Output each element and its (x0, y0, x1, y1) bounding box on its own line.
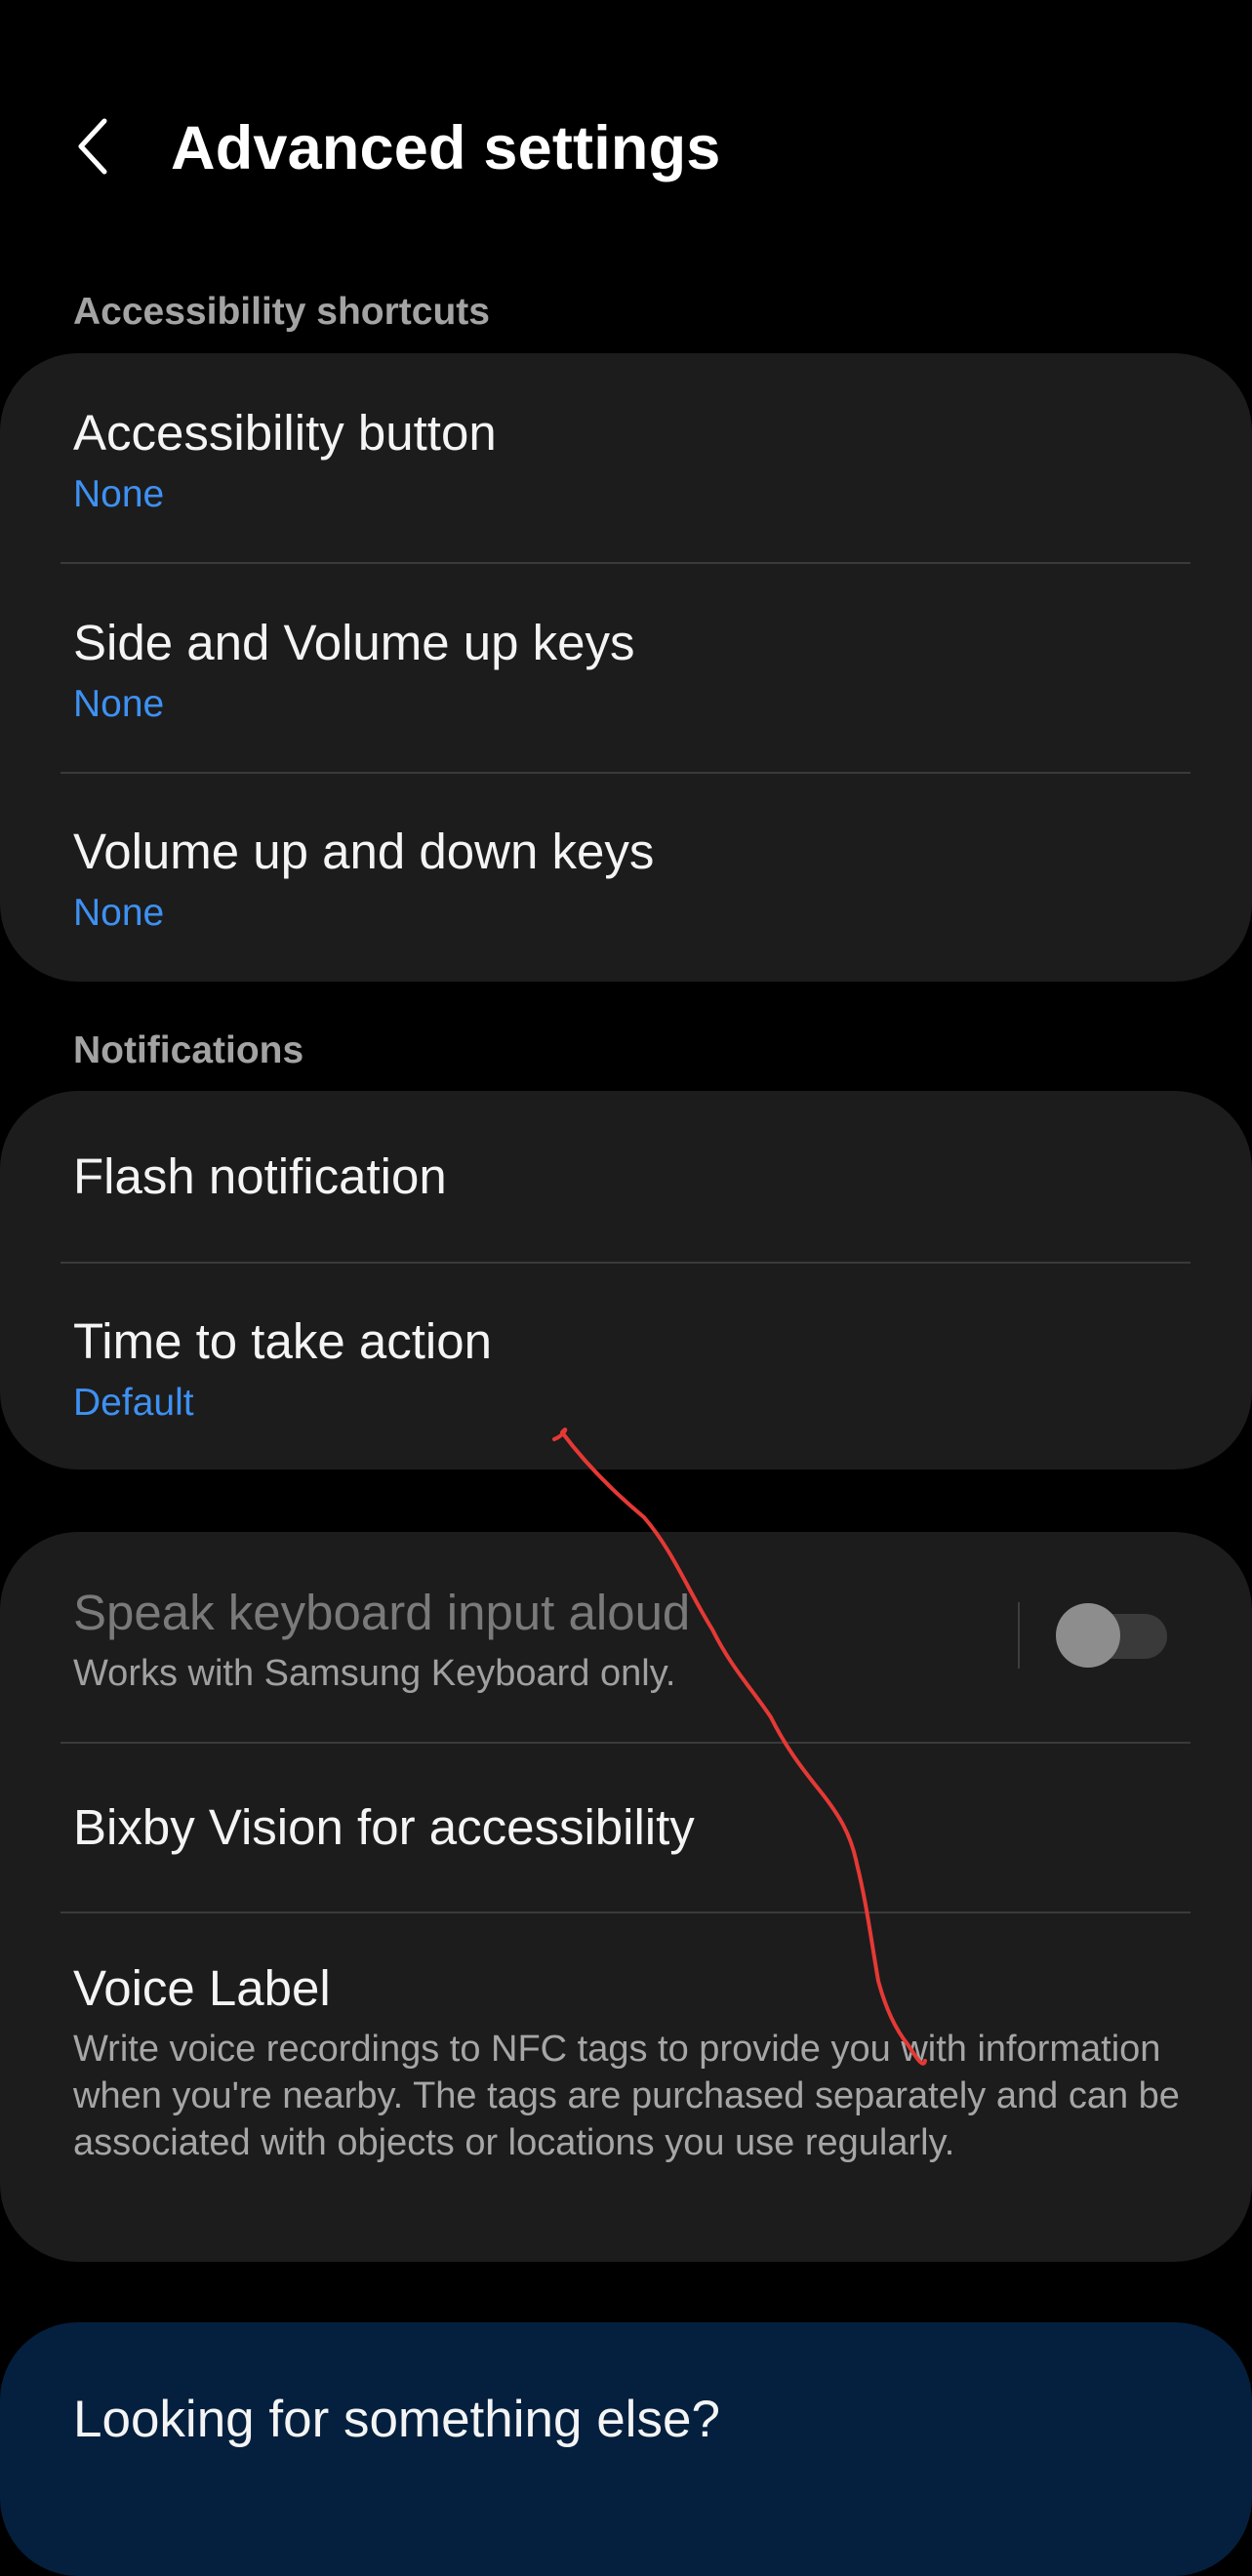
list-item-value: None (73, 683, 165, 725)
list-item-value: Default (73, 1382, 194, 1424)
toggle-knob (1056, 1603, 1120, 1668)
list-item-flash-notification[interactable]: Flash notification (0, 1091, 1252, 1262)
chevron-left-icon (78, 118, 107, 175)
list-item-title: Voice Label (73, 1960, 331, 2016)
list-item-voice-label[interactable]: Voice Label Write voice recordings to NF… (0, 1913, 1252, 2262)
list-item-title: Side and Volume up keys (73, 615, 635, 670)
list-item-description: Write voice recordings to NFC tags to pr… (73, 2029, 1180, 2163)
list-item-title: Accessibility button (73, 405, 497, 461)
list-item-value: None (73, 473, 165, 515)
list-item-time-to-take-action[interactable]: Time to take action Default (0, 1264, 1252, 1469)
list-item-description: Works with Samsung Keyboard only. (73, 1653, 676, 1694)
section-label-accessibility-shortcuts: Accessibility shortcuts (73, 291, 490, 333)
speak-keyboard-toggle[interactable] (1056, 1603, 1169, 1668)
list-item-title: Speak keyboard input aloud (73, 1585, 691, 1640)
toggle-separator (1018, 1602, 1020, 1669)
list-item-title: Flash notification (73, 1148, 447, 1204)
back-button[interactable] (59, 102, 127, 190)
list-item-accessibility-button[interactable]: Accessibility button None (0, 353, 1252, 563)
list-item-bixby-vision[interactable]: Bixby Vision for accessibility (0, 1744, 1252, 1912)
list-item-value: None (73, 892, 165, 934)
list-item-title: Bixby Vision for accessibility (73, 1799, 695, 1855)
list-item-side-and-volume-up-keys[interactable]: Side and Volume up keys None (0, 564, 1252, 773)
list-item-title: Time to take action (73, 1313, 492, 1369)
section-label-notifications: Notifications (73, 1029, 304, 1071)
page-title: Advanced settings (171, 114, 721, 182)
app-header: Advanced settings (0, 0, 1252, 293)
list-item-title: Volume up and down keys (73, 824, 655, 879)
list-item-volume-up-and-down-keys[interactable]: Volume up and down keys None (0, 774, 1252, 982)
footer-title: Looking for something else? (73, 2391, 720, 2448)
